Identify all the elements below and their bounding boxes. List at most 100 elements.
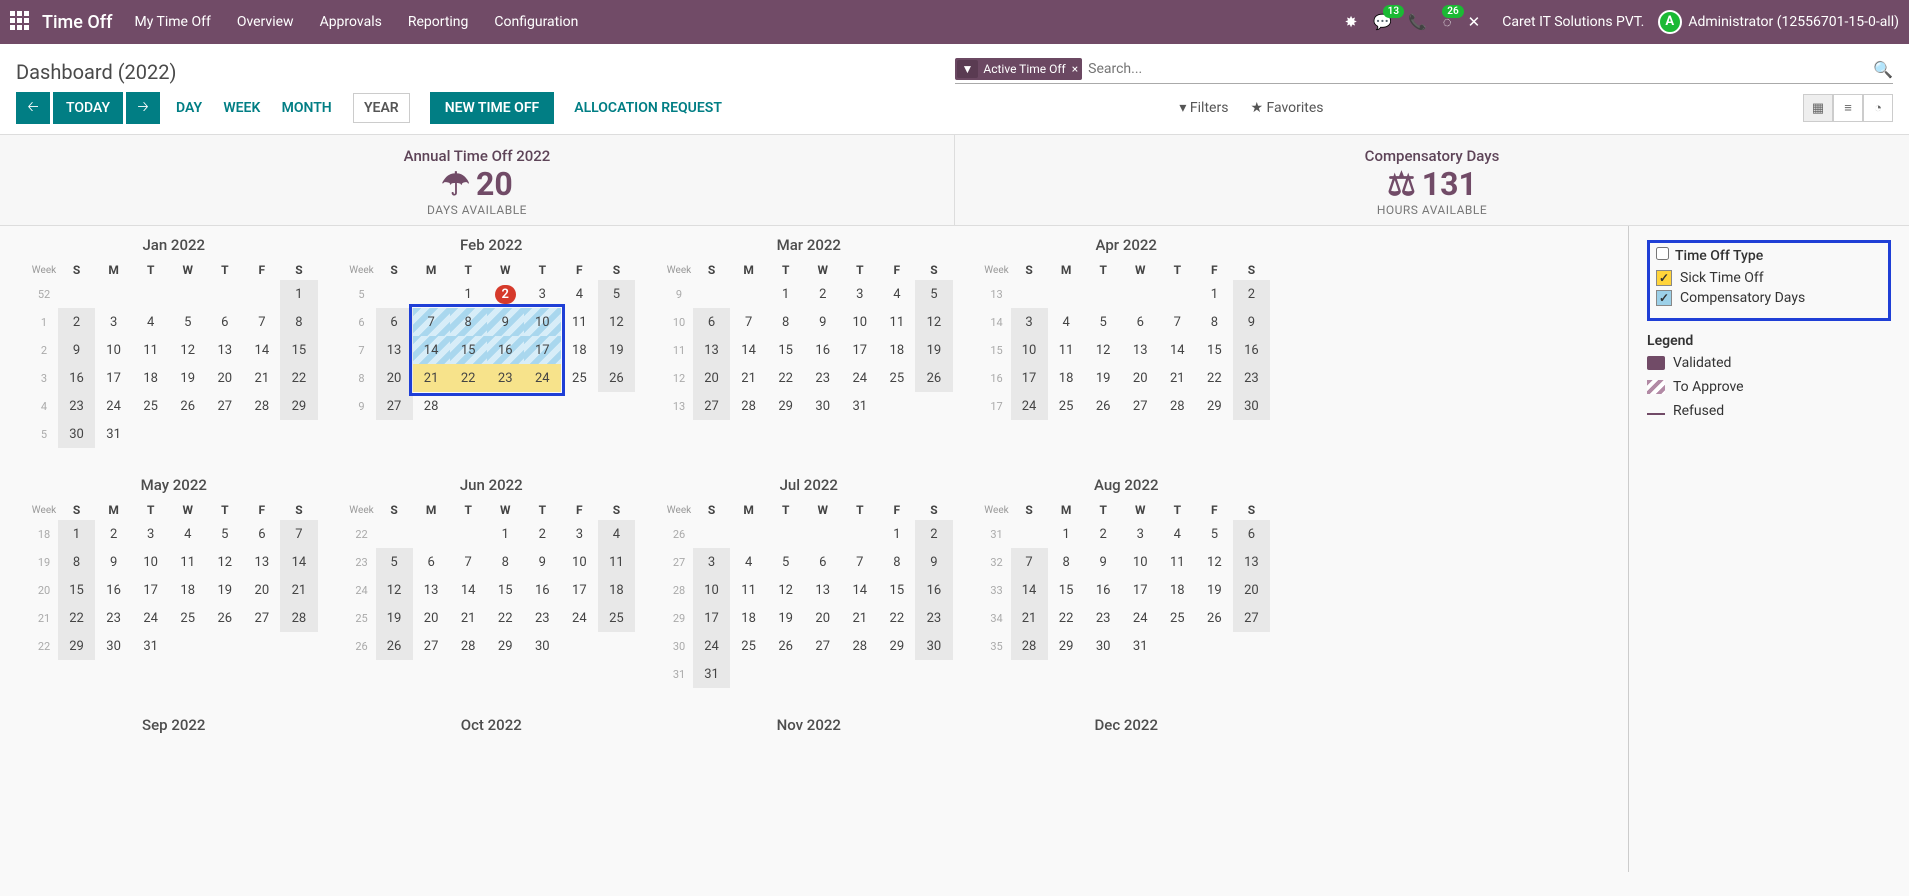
day-cell[interactable]: 19 (598, 336, 635, 364)
day-cell[interactable]: 21 (413, 364, 450, 392)
day-cell[interactable]: 5 (598, 280, 635, 308)
calendar-view-icon[interactable]: ▦ (1803, 94, 1833, 122)
day-cell[interactable]: 21 (243, 364, 280, 392)
timeoff-type-all-checkbox[interactable] (1656, 247, 1669, 260)
day-cell[interactable]: 26 (206, 604, 243, 632)
day-cell[interactable]: 31 (841, 392, 878, 420)
day-cell[interactable]: 1 (1048, 520, 1085, 548)
app-brand[interactable]: Time Off (42, 12, 112, 33)
day-cell[interactable]: 21 (841, 604, 878, 632)
day-cell[interactable]: 22 (1196, 364, 1233, 392)
day-cell[interactable]: 7 (1159, 308, 1196, 336)
day-cell[interactable]: 7 (1011, 548, 1048, 576)
day-cell[interactable]: 28 (243, 392, 280, 420)
day-cell[interactable]: 26 (598, 364, 635, 392)
day-cell[interactable]: 8 (58, 548, 95, 576)
day-cell[interactable]: 27 (693, 392, 730, 420)
day-cell[interactable]: 25 (1048, 392, 1085, 420)
apps-icon[interactable] (10, 11, 32, 33)
day-cell[interactable]: 13 (206, 336, 243, 364)
day-cell[interactable]: 30 (95, 632, 132, 660)
day-cell[interactable]: 17 (95, 364, 132, 392)
day-cell[interactable]: 7 (450, 548, 487, 576)
day-cell[interactable]: 18 (730, 604, 767, 632)
day-cell[interactable]: 24 (1122, 604, 1159, 632)
day-cell[interactable]: 14 (243, 336, 280, 364)
day-cell[interactable]: 17 (693, 604, 730, 632)
day-cell[interactable]: 3 (132, 520, 169, 548)
day-cell[interactable]: 20 (206, 364, 243, 392)
day-cell[interactable]: 6 (206, 308, 243, 336)
day-cell[interactable]: 17 (561, 576, 598, 604)
day-cell[interactable]: 31 (132, 632, 169, 660)
day-cell[interactable]: 7 (730, 308, 767, 336)
day-cell[interactable]: 1 (878, 520, 915, 548)
day-cell[interactable]: 25 (730, 632, 767, 660)
view-month[interactable]: MONTH (282, 100, 332, 116)
messages-icon[interactable]: 💬13 (1373, 13, 1392, 31)
day-cell[interactable]: 17 (1122, 576, 1159, 604)
day-cell[interactable]: 25 (1159, 604, 1196, 632)
day-cell[interactable]: 29 (58, 632, 95, 660)
day-cell[interactable]: 26 (915, 364, 952, 392)
day-cell[interactable]: 7 (280, 520, 317, 548)
day-cell[interactable]: 23 (95, 604, 132, 632)
day-cell[interactable]: 19 (1196, 576, 1233, 604)
menu-my-time-off[interactable]: My Time Off (134, 14, 210, 30)
day-cell[interactable]: 5 (169, 308, 206, 336)
day-cell[interactable]: 15 (280, 336, 317, 364)
day-cell[interactable]: 19 (376, 604, 413, 632)
day-cell[interactable]: 12 (206, 548, 243, 576)
day-cell[interactable]: 26 (1085, 392, 1122, 420)
day-cell[interactable]: 4 (730, 548, 767, 576)
menu-approvals[interactable]: Approvals (320, 14, 382, 30)
day-cell[interactable]: 20 (804, 604, 841, 632)
day-cell[interactable]: 29 (878, 632, 915, 660)
prev-button[interactable]: 🡠 (16, 92, 50, 124)
day-cell[interactable]: 15 (58, 576, 95, 604)
day-cell[interactable]: 2 (58, 308, 95, 336)
day-cell[interactable]: 14 (413, 336, 450, 364)
day-cell[interactable]: 27 (206, 392, 243, 420)
day-cell[interactable]: 24 (693, 632, 730, 660)
day-cell[interactable]: 9 (1085, 548, 1122, 576)
day-cell[interactable]: 5 (1196, 520, 1233, 548)
view-day[interactable]: DAY (176, 100, 202, 116)
day-cell[interactable]: 28 (413, 392, 450, 420)
day-cell[interactable]: 25 (878, 364, 915, 392)
day-cell[interactable]: 10 (693, 576, 730, 604)
view-year[interactable]: YEAR (353, 93, 410, 123)
day-cell[interactable]: 3 (524, 280, 561, 308)
day-cell[interactable]: 9 (1233, 308, 1270, 336)
day-cell[interactable]: 27 (413, 632, 450, 660)
user-name[interactable]: Administrator (12556701-15-0-all) (1688, 14, 1899, 30)
day-cell[interactable]: 29 (487, 632, 524, 660)
day-cell[interactable]: 18 (1159, 576, 1196, 604)
day-cell[interactable]: 2 (1233, 280, 1270, 308)
day-cell[interactable]: 28 (280, 604, 317, 632)
day-cell[interactable]: 12 (1085, 336, 1122, 364)
day-cell[interactable]: 7 (413, 308, 450, 336)
year-calendar[interactable]: Jan 2022WeekSMTWTFS521123456782910111213… (0, 226, 1629, 872)
day-cell[interactable]: 23 (524, 604, 561, 632)
day-cell[interactable]: 15 (878, 576, 915, 604)
day-cell[interactable]: 8 (878, 548, 915, 576)
day-cell[interactable]: 5 (915, 280, 952, 308)
day-cell[interactable]: 18 (1048, 364, 1085, 392)
day-cell[interactable]: 6 (804, 548, 841, 576)
day-cell[interactable]: 15 (767, 336, 804, 364)
activity-view-icon[interactable]: ◔ (1863, 94, 1893, 122)
day-cell[interactable]: 22 (487, 604, 524, 632)
day-cell[interactable]: 8 (450, 308, 487, 336)
day-cell[interactable]: 21 (450, 604, 487, 632)
day-cell[interactable]: 23 (487, 364, 524, 392)
day-cell[interactable]: 29 (767, 392, 804, 420)
day-cell[interactable]: 1 (767, 280, 804, 308)
day-cell[interactable]: 24 (1011, 392, 1048, 420)
day-cell[interactable]: 18 (878, 336, 915, 364)
day-cell[interactable]: 28 (450, 632, 487, 660)
day-cell[interactable]: 25 (169, 604, 206, 632)
day-cell[interactable]: 17 (1011, 364, 1048, 392)
day-cell[interactable]: 2 (524, 520, 561, 548)
day-cell[interactable]: 9 (95, 548, 132, 576)
